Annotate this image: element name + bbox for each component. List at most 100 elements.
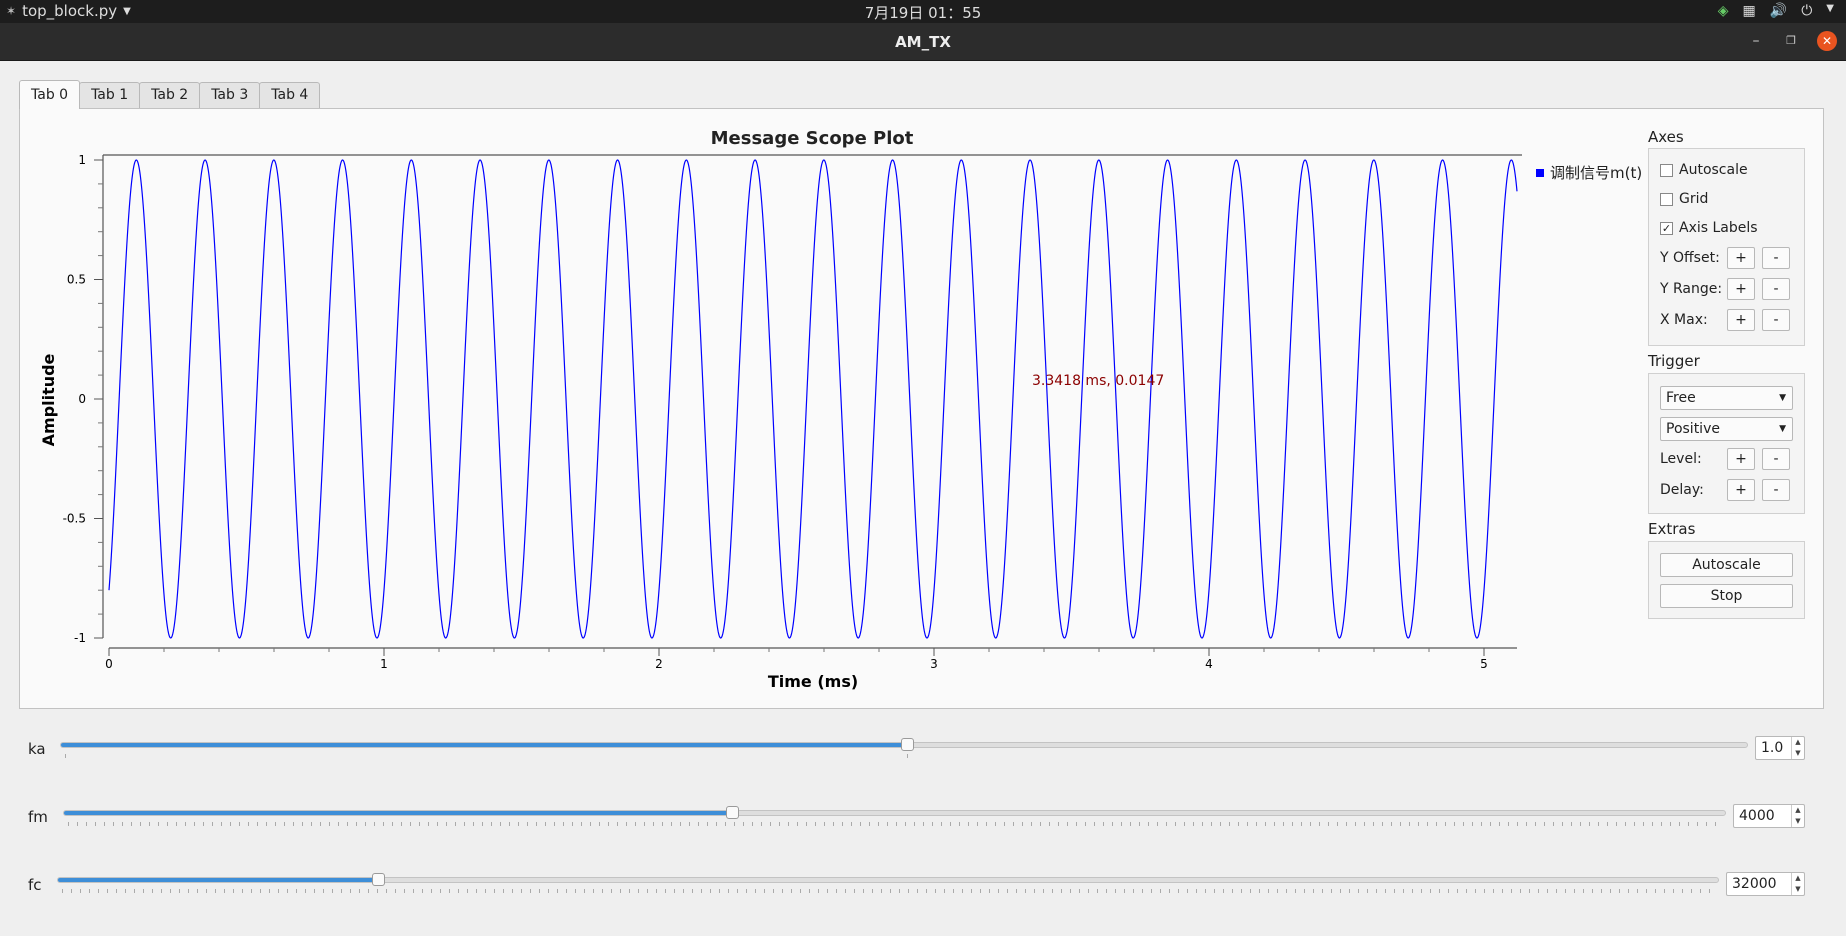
y-range-minus-button[interactable]: - bbox=[1762, 278, 1790, 300]
trigger-group: Free ▼ Positive ▼ Level: + - Delay: + - bbox=[1648, 373, 1805, 514]
system-tray[interactable]: ◈ ▦ 🔊 ⏻ ▼ bbox=[1718, 3, 1834, 19]
tab-0[interactable]: Tab 0 bbox=[19, 80, 81, 109]
extras-section-label: Extras bbox=[1648, 520, 1696, 538]
fc-spinbox[interactable]: 32000 ▲ ▼ bbox=[1726, 872, 1805, 896]
y-tick-label: 1 bbox=[78, 153, 86, 167]
axis-labels-checkbox-row[interactable]: ✓ Axis Labels bbox=[1660, 220, 1758, 236]
scope-plot[interactable]: 1 0.5 0 -0.5 -1 0 1 2 3 4 5 Amplitude Time (ms) 3… bbox=[30, 145, 1530, 705]
tab-4[interactable]: Tab 4 bbox=[259, 82, 321, 108]
spin-arrows-icon[interactable]: ▲ ▼ bbox=[1791, 805, 1804, 827]
grid-checkbox-label: Grid bbox=[1679, 191, 1709, 207]
fc-slider-handle[interactable] bbox=[372, 873, 386, 886]
y-offset-minus-button[interactable]: - bbox=[1762, 247, 1790, 269]
fm-spinbox[interactable]: 4000 ▲ ▼ bbox=[1733, 804, 1805, 828]
delay-plus-button[interactable]: + bbox=[1727, 479, 1755, 501]
stop-button[interactable]: Stop bbox=[1660, 584, 1793, 608]
system-top-bar: ✶ top_block.py ▼ 7月19日 01：55 ◈ ▦ 🔊 ⏻ ▼ bbox=[0, 0, 1846, 23]
extras-group: Autoscale Stop bbox=[1648, 541, 1805, 619]
autoscale-checkbox-label: Autoscale bbox=[1679, 162, 1748, 178]
x-tick-label: 3 bbox=[930, 657, 938, 671]
level-minus-button[interactable]: - bbox=[1762, 448, 1790, 470]
ka-value: 1.0 bbox=[1761, 740, 1784, 756]
trigger-mode-select[interactable]: Free ▼ bbox=[1660, 386, 1793, 410]
cursor-readout: 3.3418 ms, 0.0147 bbox=[1032, 373, 1164, 389]
y-offset-plus-button[interactable]: + bbox=[1727, 247, 1755, 269]
level-plus-button[interactable]: + bbox=[1727, 448, 1755, 470]
fm-slider-handle[interactable] bbox=[725, 806, 739, 819]
y-tick-label: -1 bbox=[74, 631, 86, 645]
autoscale-button[interactable]: Autoscale bbox=[1660, 553, 1793, 577]
x-max-plus-button[interactable]: + bbox=[1727, 309, 1755, 331]
x-tick-label: 0 bbox=[105, 657, 113, 671]
chevron-down-icon: ▼ bbox=[1779, 393, 1786, 403]
fc-value: 32000 bbox=[1732, 876, 1777, 892]
fc-slider-fill bbox=[58, 878, 379, 882]
x-max-minus-button[interactable]: - bbox=[1762, 309, 1790, 331]
shield-icon[interactable]: ◈ bbox=[1718, 3, 1729, 19]
fm-slider-fill bbox=[64, 811, 732, 815]
x-axis-label: Time (ms) bbox=[768, 672, 858, 691]
x-max-label: X Max: bbox=[1660, 312, 1708, 328]
fc-slider[interactable] bbox=[57, 873, 1719, 886]
x-tick-label: 2 bbox=[655, 657, 663, 671]
ka-slider-ticks bbox=[65, 754, 910, 758]
y-range-label: Y Range: bbox=[1660, 281, 1723, 297]
chart-legend[interactable]: 调制信号m(t) bbox=[1536, 162, 1642, 183]
tab-3[interactable]: Tab 3 bbox=[199, 82, 261, 108]
volume-icon[interactable]: 🔊 bbox=[1770, 3, 1787, 19]
axes-group: Autoscale Grid ✓ Axis Labels Y Offset: +… bbox=[1648, 148, 1805, 346]
trigger-level-label: Level: bbox=[1660, 451, 1702, 467]
legend-swatch bbox=[1536, 168, 1544, 177]
clock[interactable]: 7月19日 01：55 bbox=[0, 2, 1846, 23]
spin-arrows-icon[interactable]: ▲ ▼ bbox=[1791, 737, 1804, 759]
x-tick-label: 5 bbox=[1480, 657, 1488, 671]
ka-label: ka bbox=[28, 740, 46, 758]
axes-section-label: Axes bbox=[1648, 128, 1684, 146]
grid-checkbox-row[interactable]: Grid bbox=[1660, 191, 1708, 207]
x-tick-label: 1 bbox=[380, 657, 388, 671]
fc-label: fc bbox=[28, 876, 42, 894]
maximize-icon[interactable]: ❐ bbox=[1781, 31, 1801, 51]
minimize-icon[interactable]: – bbox=[1746, 31, 1766, 51]
window-title-bar: AM_TX – ❐ ✕ bbox=[0, 23, 1846, 61]
ka-spinbox[interactable]: 1.0 ▲ ▼ bbox=[1755, 736, 1805, 760]
window-title: AM_TX bbox=[895, 33, 951, 51]
trigger-slope-select[interactable]: Positive ▼ bbox=[1660, 417, 1793, 441]
fm-slider[interactable] bbox=[63, 806, 1726, 819]
fc-slider-ticks bbox=[62, 889, 1714, 893]
network-icon[interactable]: ▦ bbox=[1743, 3, 1756, 19]
tab-bar: Tab 0 Tab 1 Tab 2 Tab 3 Tab 4 bbox=[19, 80, 321, 109]
trigger-delay-label: Delay: bbox=[1660, 482, 1704, 498]
y-offset-label: Y Offset: bbox=[1660, 250, 1720, 266]
power-icon[interactable]: ⏻ bbox=[1801, 3, 1812, 19]
y-tick-label: 0.5 bbox=[67, 273, 86, 287]
y-tick-label: 0 bbox=[78, 392, 86, 406]
autoscale-checkbox[interactable] bbox=[1660, 163, 1673, 177]
tab-1[interactable]: Tab 1 bbox=[79, 82, 141, 108]
delay-minus-button[interactable]: - bbox=[1762, 479, 1790, 501]
chevron-down-icon[interactable]: ▼ bbox=[1826, 3, 1834, 19]
trigger-slope-value: Positive bbox=[1666, 421, 1720, 437]
trigger-mode-value: Free bbox=[1666, 390, 1696, 406]
spin-arrows-icon[interactable]: ▲ ▼ bbox=[1791, 873, 1804, 895]
chevron-down-icon: ▼ bbox=[1779, 424, 1786, 434]
series-line-modulating-signal bbox=[108, 159, 1518, 639]
fm-slider-ticks bbox=[68, 822, 1721, 826]
fm-label: fm bbox=[28, 808, 48, 826]
y-range-plus-button[interactable]: + bbox=[1727, 278, 1755, 300]
autoscale-checkbox-row[interactable]: Autoscale bbox=[1660, 162, 1748, 178]
legend-label: 调制信号m(t) bbox=[1550, 164, 1643, 182]
ka-slider-fill bbox=[61, 743, 908, 747]
ka-slider[interactable] bbox=[60, 738, 1748, 751]
x-tick-label: 4 bbox=[1205, 657, 1213, 671]
grid-checkbox[interactable] bbox=[1660, 192, 1673, 206]
axis-labels-checkbox-label: Axis Labels bbox=[1679, 220, 1758, 236]
y-tick-label: -0.5 bbox=[63, 512, 86, 526]
trigger-section-label: Trigger bbox=[1648, 352, 1700, 370]
fm-value: 4000 bbox=[1739, 808, 1775, 824]
close-icon[interactable]: ✕ bbox=[1817, 31, 1837, 51]
y-axis-label: Amplitude bbox=[39, 353, 58, 446]
tab-2[interactable]: Tab 2 bbox=[139, 82, 201, 108]
ka-slider-handle[interactable] bbox=[901, 738, 915, 751]
axis-labels-checkbox[interactable]: ✓ bbox=[1660, 221, 1673, 235]
